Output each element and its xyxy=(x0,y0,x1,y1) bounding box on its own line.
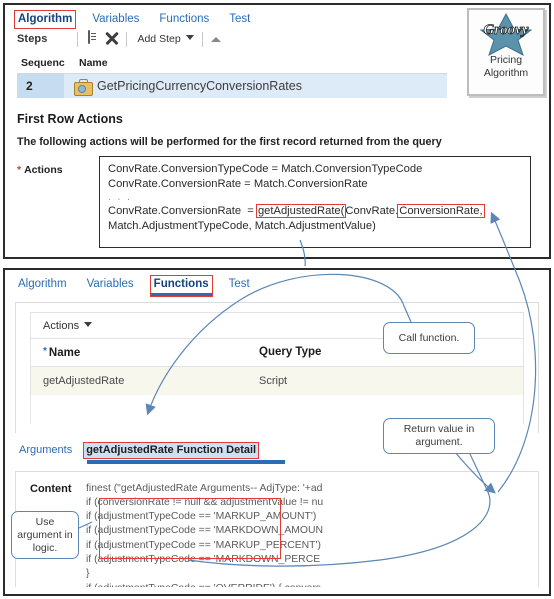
first-row-actions-title: First Row Actions xyxy=(17,112,123,126)
logo-caption: Pricing Algorithm xyxy=(469,54,543,79)
cell-query-type: Script xyxy=(259,375,288,387)
toolbar-divider-2 xyxy=(126,31,128,47)
highlight-argument: ConversionRate, xyxy=(396,203,486,219)
step-name-text: GetPricingCurrencyConversionRates xyxy=(97,79,302,93)
code-line-8: if (adjustmentTypeCode == 'OVERRIDE') { … xyxy=(86,582,506,587)
chevron-down-icon-2 xyxy=(84,322,93,327)
cell-name: GetPricingCurrencyConversionRates xyxy=(64,78,447,96)
tab-algorithm-2[interactable]: Algorithm xyxy=(15,276,70,293)
action-line-4: ConvRate.ConversionRate = getAdjustedRat… xyxy=(108,203,524,219)
chevron-up-icon[interactable] xyxy=(210,36,221,42)
tab-functions-2[interactable]: Functions xyxy=(149,275,213,297)
action-assign-target: ConvRate.ConversionRate = xyxy=(108,205,257,217)
content-card: Content finest ("getAdjustedRate Argumen… xyxy=(15,470,539,587)
column-header-query-type: Query Type xyxy=(259,346,322,358)
groovy-pricing-algorithm-logo: Groovy Pricing Algorithm xyxy=(467,8,545,96)
content-field-group: Content finest ("getAdjustedRate Argumen… xyxy=(30,482,538,587)
callout-return-value-text: Return value in argument. xyxy=(403,423,475,448)
toolbar-divider-3 xyxy=(201,31,203,47)
callout-use-argument: Use argument in logic. xyxy=(11,511,79,559)
action-line-5: Match.AdjustmentTypeCode, Match.Adjustme… xyxy=(108,220,376,232)
content-script-editor[interactable]: finest ("getAdjustedRate Arguments-- Adj… xyxy=(86,482,506,587)
logo-caption-line2: Algorithm xyxy=(483,66,529,79)
actions-label-text: Actions xyxy=(24,164,63,176)
cell-sequence: 2 xyxy=(17,74,64,98)
tab-test-2[interactable]: Test xyxy=(226,276,253,293)
tab-test[interactable]: Test xyxy=(226,11,253,28)
column-header-sequence: Sequenc xyxy=(21,57,65,69)
actions-label: * Actions xyxy=(17,156,99,176)
groovy-star-icon: Groovy xyxy=(479,12,533,56)
steps-table: Sequenc Name 2 GetPricingCurrencyConvers… xyxy=(17,55,447,98)
chevron-down-icon xyxy=(185,35,194,40)
tab-function-detail[interactable]: getAdjustedRate Function Detail xyxy=(82,441,260,460)
add-step-label: Add Step xyxy=(137,33,181,45)
tab-variables[interactable]: Variables xyxy=(89,11,142,28)
actions-menu-label: Actions xyxy=(43,320,80,332)
delete-x-icon[interactable] xyxy=(102,31,118,47)
highlight-function-call: getAdjustedRate( xyxy=(255,203,347,219)
functions-tabstrip: Algorithm Variables Functions Test xyxy=(5,270,549,297)
logo-caption-line1: Pricing xyxy=(489,54,523,66)
tab-arguments[interactable]: Arguments xyxy=(19,444,72,458)
briefcase-icon xyxy=(74,78,93,96)
arg-prefix: ConvRate. xyxy=(345,205,399,217)
callout-call-function-text: Call function. xyxy=(398,331,460,344)
code-line-5: if (adjustmentTypeCode == 'MARKUP_PERCEN… xyxy=(86,539,321,551)
table-row-function[interactable]: getAdjustedRate Script xyxy=(31,367,523,395)
svg-text:Groovy: Groovy xyxy=(484,22,529,38)
first-row-actions-description: The following actions will be performed … xyxy=(17,136,442,148)
column-header-name: Name xyxy=(79,57,108,69)
callout-return-value: Return value in argument. xyxy=(383,418,495,454)
add-step-button[interactable]: Add Step xyxy=(137,33,194,45)
column-header-fn-name: * Name xyxy=(43,346,259,359)
column-header-fn-name-text: Name xyxy=(48,347,81,359)
toolbar-divider xyxy=(77,31,79,47)
duplicate-icon[interactable] xyxy=(86,30,102,47)
tab-functions[interactable]: Functions xyxy=(156,11,212,28)
required-asterisk: * xyxy=(17,164,22,176)
code-line-3: if (adjustmentTypeCode == 'MARKUP_AMOUNT… xyxy=(86,511,317,523)
action-line-1: ConvRate.ConversionTypeCode = Match.Conv… xyxy=(108,163,423,175)
actions-textarea[interactable]: ConvRate.ConversionTypeCode = Match.Conv… xyxy=(99,156,531,248)
callout-call-function: Call function. xyxy=(383,322,475,354)
required-asterisk-2: * xyxy=(43,346,47,357)
code-line-6: if (adjustmentTypeCode == 'MARKDOWN_PERC… xyxy=(86,553,321,565)
function-detail-tab-underline xyxy=(87,460,285,464)
steps-table-header: Sequenc Name xyxy=(17,55,447,74)
action-line-2: ConvRate.ConversionRate = Match.Conversi… xyxy=(108,178,368,190)
tab-variables-2[interactable]: Variables xyxy=(84,276,137,293)
tab-algorithm[interactable]: Algorithm xyxy=(13,10,77,29)
code-line-7: } xyxy=(86,568,90,580)
table-row[interactable]: 2 GetPricingCurrencyConversionRates xyxy=(17,74,447,98)
steps-label: Steps xyxy=(17,33,48,45)
code-line-2: if (conversionRate != null && adjustment… xyxy=(86,496,324,508)
callout-use-argument-text: Use argument in logic. xyxy=(17,515,73,554)
actions-field-group: * Actions ConvRate.ConversionTypeCode = M… xyxy=(17,156,549,248)
action-line-ellipsis: . . . xyxy=(108,192,132,203)
code-line-1: finest ("getAdjustedRate Arguments-- Adj… xyxy=(86,482,323,494)
cell-fn-name: getAdjustedRate xyxy=(43,375,125,387)
code-line-4: if (adjustmentTypeCode == 'MARKDOWN_AMOU… xyxy=(86,525,324,537)
